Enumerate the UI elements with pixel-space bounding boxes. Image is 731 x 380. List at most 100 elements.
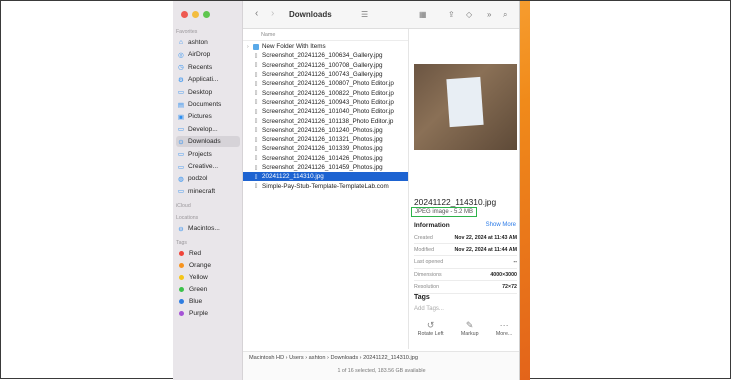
- sidebar-tag-label: Blue: [189, 297, 203, 305]
- image-file-icon: ▯: [254, 71, 258, 78]
- sidebar-item[interactable]: ⚙ Applicati...: [176, 74, 240, 85]
- zoom-button[interactable]: [203, 11, 210, 18]
- file-row[interactable]: ▯ Screenshot_20241126_100807_Photo Editor…: [243, 79, 408, 88]
- tag-color-dot: [179, 250, 184, 256]
- search-icon[interactable]: ⌕: [503, 10, 507, 20]
- file-row[interactable]: ▯ Screenshot_20241126_101339_Photos.jpg: [243, 144, 408, 153]
- file-name: Screenshot_20241126_101459_Photos.jpg: [262, 164, 383, 171]
- file-row[interactable]: ▯ Screenshot_20241126_100822_Photo Editor…: [243, 88, 408, 97]
- file-row[interactable]: ▯ Simple-Pay-Stub-Template-TemplateLab.co…: [243, 181, 408, 190]
- sidebar-section-header: Locations: [176, 215, 199, 222]
- image-file-icon: ▯: [254, 136, 258, 143]
- share-icon[interactable]: ⇪: [448, 10, 455, 19]
- preview-image: [414, 64, 517, 150]
- sidebar-item-label: Recents: [188, 63, 213, 71]
- sidebar-item[interactable]: ▭ Desktop: [176, 87, 240, 98]
- add-tags-field[interactable]: Add Tags...: [414, 306, 444, 312]
- sidebar-tag-purple[interactable]: Purple: [176, 308, 240, 319]
- tag-color-dot: [179, 298, 184, 304]
- file-row[interactable]: ▯ Screenshot_20241126_100943_Photo Editor…: [243, 98, 408, 107]
- download-icon: ⊙: [178, 138, 184, 146]
- sidebar-item[interactable]: ▭ minecraft: [176, 186, 240, 197]
- image-file-icon: ▯: [254, 52, 258, 59]
- sidebar-item[interactable]: ⊖ Macintos...: [176, 223, 240, 234]
- window-title: Downloads: [289, 10, 332, 19]
- sidebar-tag-red[interactable]: Red: [176, 248, 240, 259]
- file-row[interactable]: ▯ Screenshot_20241126_101138_Photo Editor…: [243, 116, 408, 125]
- sidebar-item[interactable]: ▣ Pictures: [176, 111, 240, 122]
- file-row[interactable]: ▯ 20241122_114310.jpg: [243, 172, 408, 182]
- forward-icon[interactable]: ›: [271, 8, 274, 19]
- sidebar-tag-green[interactable]: Green: [176, 284, 240, 295]
- sidebar-section-header: Favorites: [176, 29, 198, 35]
- file-row[interactable]: ▯ Screenshot_20241126_100708_Gallery.jpg: [243, 61, 408, 70]
- sidebar-item-label: Pictures: [188, 113, 212, 121]
- sidebar-item[interactable]: ⊙ Downloads: [176, 136, 240, 148]
- file-name: Screenshot_20241126_101040_Photo Editor.…: [262, 108, 394, 116]
- show-more-link[interactable]: Show More: [486, 222, 516, 228]
- sidebar-item[interactable]: ◷ Recents: [176, 62, 240, 73]
- sidebar-item[interactable]: ⌂ ashton: [176, 37, 240, 48]
- file-list: › New Folder With Items ▯ Screenshot_202411…: [243, 42, 408, 191]
- file-row[interactable]: › New Folder With Items: [243, 42, 408, 51]
- info-value: --: [513, 259, 517, 266]
- sidebar-tag-orange[interactable]: Orange: [176, 260, 240, 271]
- image-file-icon: ▯: [254, 145, 258, 152]
- file-row[interactable]: ▯ Screenshot_20241126_101240_Photos.jpg: [243, 126, 408, 135]
- tags-header: Tags: [414, 294, 430, 301]
- globe-icon: ◍: [178, 175, 184, 183]
- finder-window: Favorites ⌂ ashton ◎ AirDrop ◷ Recents ⚙ Applica…: [173, 1, 520, 380]
- quick-actions: ↺ Rotate Left ✎ Markup ⋯ More...: [409, 320, 519, 337]
- sidebar-item-label: Develop...: [188, 125, 218, 133]
- quick-action-markup[interactable]: ✎ Markup: [461, 320, 479, 337]
- image-file-icon: ▯: [254, 127, 258, 134]
- file-name: New Folder With Items: [262, 43, 326, 51]
- screenshot-frame: Favorites ⌂ ashton ◎ AirDrop ◷ Recents ⚙ Applica…: [0, 0, 731, 380]
- folder-icon: ▭: [177, 188, 185, 196]
- tag-color-dot: [179, 310, 184, 316]
- sidebar-item[interactable]: ◎ AirDrop: [176, 49, 240, 60]
- sidebar-item[interactable]: ▭ Creative...: [176, 161, 240, 172]
- sidebar-tag-label: Red: [189, 249, 202, 257]
- group-icon[interactable]: ▦: [419, 10, 427, 19]
- sidebar-item[interactable]: ◍ podzol: [176, 173, 240, 184]
- file-row[interactable]: ▯ Screenshot_20241126_101040_Photo Editor…: [243, 107, 408, 116]
- file-row[interactable]: ▯ Screenshot_20241126_101426_Photos.jpg: [243, 154, 408, 163]
- more-icon: ⋯: [499, 320, 509, 330]
- paper-in-photo: [446, 76, 484, 128]
- file-name: Screenshot_20241126_100708_Gallery.jpg: [262, 61, 383, 69]
- sidebar-tag-label: Yellow: [189, 273, 208, 281]
- file-row[interactable]: ▯ Screenshot_20241126_100743_Gallery.jpg: [243, 70, 408, 79]
- file-name: Screenshot_20241126_101240_Photos.jpg: [262, 126, 383, 134]
- list-view-icon[interactable]: ☰: [361, 10, 368, 19]
- pictures-icon: ▣: [177, 113, 185, 121]
- name-column-header[interactable]: Name: [243, 29, 408, 41]
- path-bar[interactable]: Macintosh HD › Users › ashton › Download…: [243, 351, 519, 363]
- info-value: Nov 22, 2024 at 11:44 AM: [454, 246, 517, 253]
- sidebar-tag-yellow[interactable]: Yellow: [176, 272, 240, 283]
- sidebar-item[interactable]: ▭ Develop...: [176, 124, 240, 135]
- file-row[interactable]: ▯ Screenshot_20241126_101321_Photos.jpg: [243, 135, 408, 144]
- sidebar-tag-label: Orange: [189, 261, 211, 269]
- tag-icon[interactable]: ◇: [466, 10, 472, 19]
- quick-action-more[interactable]: ⋯ More...: [496, 320, 512, 337]
- sidebar-tag-label: Purple: [189, 309, 209, 317]
- sidebar-item[interactable]: ▭ Projects: [176, 149, 240, 160]
- more-toolbar-icon[interactable]: »: [487, 10, 491, 19]
- sidebar-item-label: ashton: [188, 39, 208, 46]
- quick-action-label: Markup: [460, 331, 479, 337]
- file-row[interactable]: ▯ Screenshot_20241126_101459_Photos.jpg: [243, 163, 408, 172]
- sidebar-tag-blue[interactable]: Blue: [176, 296, 240, 307]
- image-file-icon: ▯: [254, 118, 258, 125]
- minimize-button[interactable]: [192, 11, 199, 18]
- close-button[interactable]: [181, 11, 188, 18]
- sidebar-item[interactable]: ▤ Documents: [176, 99, 240, 110]
- quick-action-rotate-left[interactable]: ↺ Rotate Left: [418, 320, 444, 337]
- info-value: 4000×3000: [490, 271, 517, 278]
- file-row[interactable]: ▯ Screenshot_20241126_100634_Gallery.jpg: [243, 51, 408, 60]
- disk-icon: ⊖: [178, 225, 184, 233]
- file-name: Simple-Pay-Stub-Template-TemplateLab.com: [262, 182, 389, 190]
- back-icon[interactable]: ‹: [255, 8, 258, 19]
- preview-pane: 20241122_114310.jpg JPEG image - 5.2 MB …: [408, 29, 519, 349]
- info-value: 72×72: [502, 284, 517, 291]
